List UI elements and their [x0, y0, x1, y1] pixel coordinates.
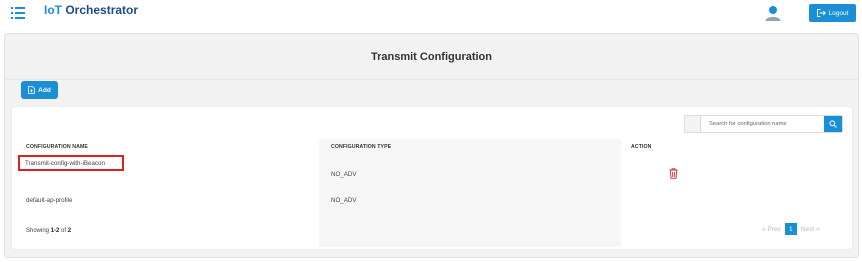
search-group — [684, 115, 843, 133]
row-1-type: NO_ADV — [331, 171, 357, 178]
logout-button[interactable]: Logout — [809, 4, 856, 22]
showing-total: 2 — [67, 228, 72, 234]
row-2-type: NO_ADV — [331, 197, 357, 204]
app-title-rest: Orchestrator — [65, 3, 139, 17]
column-header-name: CONFIGURATION NAME — [26, 144, 88, 150]
top-bar: IoT Orchestrator Logout — [0, 0, 862, 30]
configuration-type-column-bg — [319, 139, 621, 247]
app-title-prefix: IoT — [44, 3, 62, 17]
app-title: IoT Orchestrator — [44, 3, 138, 17]
column-header-action: ACTION — [631, 144, 652, 150]
pagination-summary: Showing 1-2 of 2 — [26, 228, 71, 234]
logout-label: Logout — [828, 9, 849, 17]
add-file-icon — [28, 86, 36, 94]
configurations-card: CONFIGURATION NAME CONFIGURATION TYPE AC… — [12, 107, 852, 249]
search-addon — [685, 116, 701, 132]
showing-prefix: Showing — [26, 228, 50, 234]
showing-range: 1-2 — [50, 228, 60, 234]
search-input[interactable] — [701, 116, 824, 132]
hamburger-menu-icon[interactable] — [11, 7, 25, 19]
pagination: « Prev 1 Next » — [762, 223, 820, 235]
page-1-button[interactable]: 1 — [784, 223, 797, 235]
add-label: Add — [38, 86, 51, 94]
row-2-name[interactable]: default-ap-profile — [26, 197, 72, 204]
logout-icon — [816, 9, 826, 17]
row-1-name[interactable]: Transmit-config-with-iBeacon — [25, 160, 105, 167]
search-button[interactable] — [824, 116, 842, 132]
next-page-link[interactable]: Next » — [801, 226, 820, 233]
showing-of: of — [61, 228, 67, 234]
page-title: Transmit Configuration — [5, 34, 858, 80]
column-header-type: CONFIGURATION TYPE — [331, 144, 392, 150]
main-panel: Transmit Configuration Add CONFIGURATION… — [4, 33, 859, 258]
trash-icon[interactable] — [669, 168, 678, 179]
user-avatar-icon[interactable] — [764, 4, 782, 22]
prev-page-link[interactable]: « Prev — [762, 226, 781, 233]
search-icon — [829, 120, 837, 128]
add-button[interactable]: Add — [21, 81, 58, 99]
